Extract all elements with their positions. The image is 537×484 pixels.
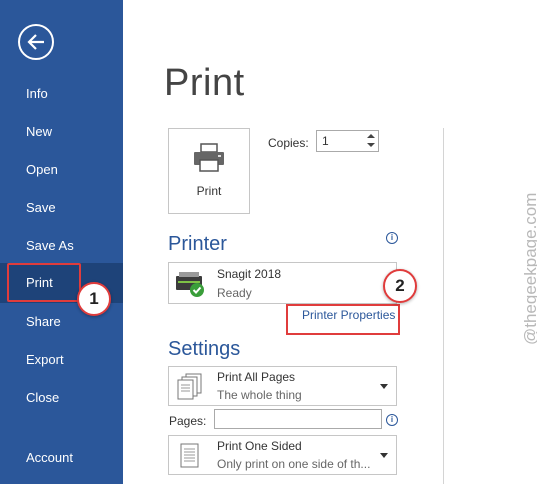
print-range-subtitle: The whole thing xyxy=(217,388,302,402)
printer-dropdown[interactable]: Snagit 2018 Ready xyxy=(168,262,397,304)
nav-open[interactable]: Open xyxy=(0,151,123,189)
print-button-label: Print xyxy=(196,184,222,198)
back-button[interactable] xyxy=(18,24,54,60)
printer-status: Ready xyxy=(217,286,252,300)
copies-label: Copies: xyxy=(268,136,309,150)
print-range-dropdown[interactable]: Print All Pages The whole thing xyxy=(168,366,397,406)
pages-label: Pages: xyxy=(169,414,207,428)
one-sided-page-icon xyxy=(180,443,199,468)
copies-value[interactable]: 1 xyxy=(322,134,329,148)
nav-save-as[interactable]: Save As xyxy=(0,227,123,265)
step-1-badge: 1 xyxy=(77,282,111,316)
chevron-down-icon xyxy=(380,384,388,389)
page-title: Print xyxy=(164,62,245,104)
nav-export[interactable]: Export xyxy=(0,341,123,379)
spin-down-icon[interactable] xyxy=(366,141,376,150)
chevron-down-icon xyxy=(380,453,388,458)
pages-input[interactable] xyxy=(214,409,382,429)
print-highlight-box xyxy=(7,263,81,302)
pages-stack-icon xyxy=(177,373,202,400)
printer-heading: Printer xyxy=(168,233,227,255)
nav-close[interactable]: Close xyxy=(0,379,123,417)
nav-new[interactable]: New xyxy=(0,113,123,151)
print-range-title: Print All Pages xyxy=(217,370,296,384)
sides-title: Print One Sided xyxy=(217,439,302,453)
watermark: @thegeekpage.com xyxy=(503,150,537,345)
nav-save[interactable]: Save xyxy=(0,189,123,227)
printer-name: Snagit 2018 xyxy=(217,267,282,281)
backstage-sidebar: Info New Open Save Save As Print Share E… xyxy=(0,0,123,484)
back-arrow-icon xyxy=(27,34,44,50)
spin-up-icon[interactable] xyxy=(366,132,376,141)
printer-device-icon xyxy=(176,272,204,297)
watermark-text: @thegeekpage.com xyxy=(521,192,537,345)
settings-heading: Settings xyxy=(168,338,241,360)
sides-subtitle: Only print on one side of th... xyxy=(217,457,371,471)
pages-info-icon[interactable]: i xyxy=(386,414,398,426)
nav-account[interactable]: Account xyxy=(0,439,123,477)
sides-dropdown[interactable]: Print One Sided Only print on one side o… xyxy=(168,435,397,475)
step-2-badge: 2 xyxy=(383,269,417,303)
copies-spinner[interactable]: 1 xyxy=(316,130,379,152)
printer-info-icon[interactable]: i xyxy=(386,232,398,244)
preview-divider xyxy=(443,128,444,484)
nav-info[interactable]: Info xyxy=(0,75,123,113)
printer-icon xyxy=(194,143,224,172)
printer-properties-link[interactable]: Printer Properties xyxy=(302,308,395,322)
print-button[interactable]: Print xyxy=(168,128,250,214)
